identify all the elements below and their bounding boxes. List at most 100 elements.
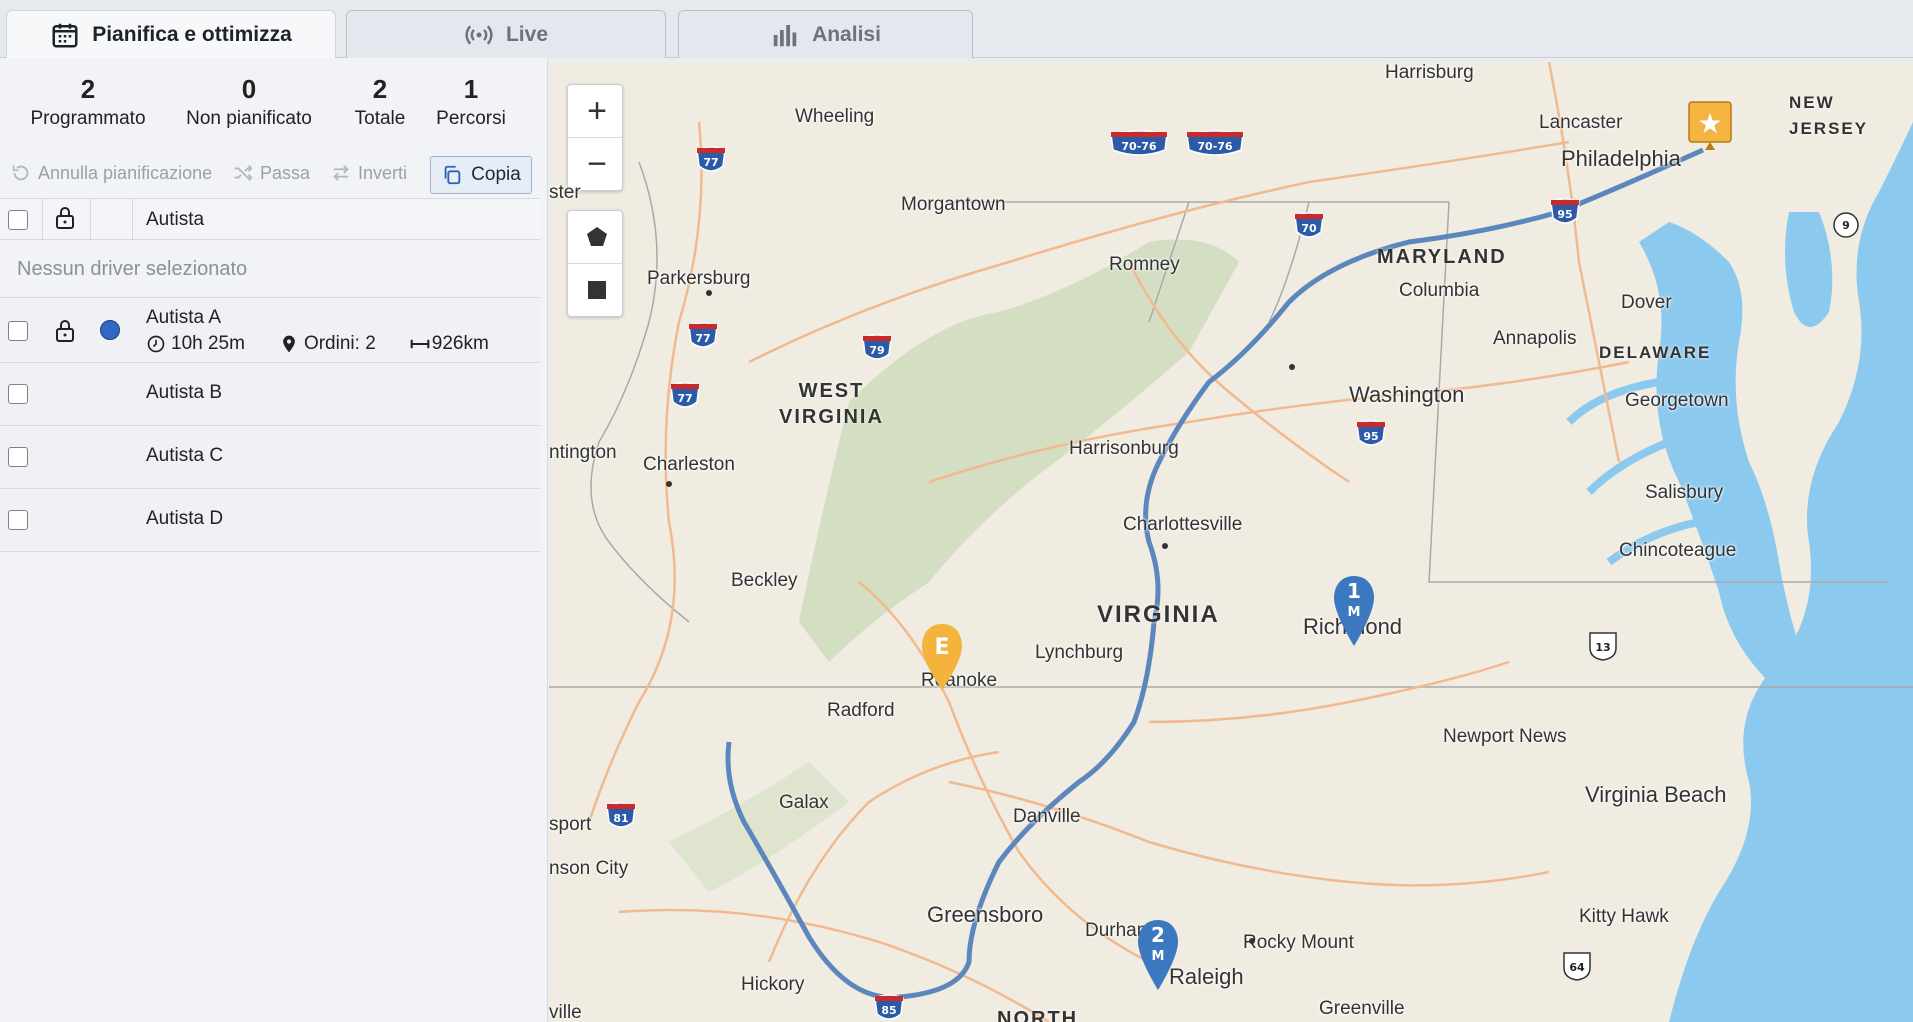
tab-live[interactable]: Live — [346, 10, 666, 58]
svg-text:95: 95 — [1363, 430, 1378, 443]
city-label: Romney — [1109, 254, 1180, 275]
svg-text:1: 1 — [1347, 579, 1361, 603]
copy-button[interactable]: Copia — [430, 156, 532, 194]
city-label: Parkersburg — [647, 268, 751, 289]
tab-analytics[interactable]: Analisi — [678, 10, 973, 58]
driver-checkbox[interactable] — [8, 384, 28, 404]
select-all-checkbox[interactable] — [8, 210, 28, 230]
city-label: Danville — [1013, 806, 1081, 827]
state-label: NORTH — [997, 1008, 1079, 1022]
city-label: Virginia Beach — [1585, 782, 1727, 807]
clock-icon — [147, 335, 165, 353]
svg-text:70: 70 — [1301, 222, 1317, 235]
end-marker[interactable]: E — [919, 622, 965, 692]
interstate-shield: 81 — [606, 802, 636, 828]
city-label: Greensboro — [927, 902, 1044, 927]
city-label: Wheeling — [795, 106, 875, 127]
city-label: nson City — [549, 858, 629, 879]
svg-text:M: M — [1348, 605, 1361, 620]
zoom-in-button[interactable]: + — [568, 85, 626, 137]
tab-label: Pianifica e ottimizza — [92, 23, 292, 46]
city-label: Washington — [1349, 382, 1465, 407]
driver-name: Autista A — [146, 307, 221, 328]
stat-scheduled: 2 Programmato — [30, 74, 146, 129]
driver-row-a[interactable]: Autista A 10h 25m Ordini: 2 926km — [0, 299, 540, 363]
svg-text:77: 77 — [695, 332, 710, 345]
city-label: Rocky Mount — [1243, 932, 1354, 953]
route-color-dot[interactable] — [100, 320, 120, 340]
interstate-shield: 77 — [670, 382, 700, 408]
unlock-icon[interactable] — [53, 318, 77, 344]
driver-name: Autista D — [146, 508, 224, 529]
svg-text:95: 95 — [1557, 208, 1572, 221]
broadcast-icon — [465, 24, 493, 45]
city-label: sport — [549, 814, 592, 835]
tab-label: Analisi — [812, 22, 881, 46]
interstate-shield: 95 — [1550, 198, 1580, 224]
interstate-shield: 70 — [1294, 212, 1324, 238]
city-label: Chincoteague — [1619, 540, 1737, 561]
tab-bar: Pianifica e ottimizza Live Analisi — [0, 0, 1913, 59]
city-label: Beckley — [731, 570, 798, 591]
stat-unplanned: 0 Non pianificato — [186, 74, 312, 129]
interstate-shield: 85 — [874, 994, 904, 1020]
tab-plan-optimize[interactable]: Pianifica e ottimizza — [6, 10, 336, 59]
driver-name: Autista B — [146, 382, 223, 403]
stop-marker-2[interactable]: 2M — [1135, 918, 1181, 994]
svg-text:79: 79 — [869, 344, 884, 357]
pass-button[interactable]: Passa — [232, 162, 310, 184]
undo-planning-button[interactable]: Annulla pianificazione — [10, 162, 212, 184]
route-map[interactable]: + − WEST VIRGINIA VIRGINIA MARYLAND DELAW… — [549, 62, 1913, 1022]
bar-chart-icon — [773, 24, 797, 46]
square-icon — [588, 281, 606, 299]
zoom-controls: + − — [567, 84, 623, 191]
driver-row-c[interactable]: Autista C — [0, 426, 540, 489]
svg-text:77: 77 — [703, 156, 718, 169]
lock-icon[interactable] — [53, 205, 77, 231]
city-label: Newport News — [1443, 726, 1567, 747]
stat-total: 2 Totale — [354, 74, 406, 129]
driver-row-d[interactable]: Autista D — [0, 489, 540, 552]
driver-checkbox[interactable] — [8, 510, 28, 530]
distance-icon — [410, 339, 430, 349]
polygon-icon — [587, 227, 607, 246]
svg-text:2: 2 — [1151, 923, 1165, 947]
svg-text:E: E — [934, 635, 949, 660]
city-label: Salisbury — [1645, 482, 1724, 503]
city-label: Greenville — [1319, 998, 1405, 1019]
draw-polygon-button[interactable] — [568, 211, 626, 263]
city-label: Morgantown — [901, 194, 1006, 215]
shuffle-icon — [234, 165, 253, 181]
no-driver-selected: Nessun driver selezionato — [0, 240, 540, 298]
draw-rectangle-button[interactable] — [568, 264, 626, 316]
svg-text:13: 13 — [1595, 641, 1610, 654]
driver-checkbox[interactable] — [8, 447, 28, 467]
svg-text:64: 64 — [1569, 961, 1585, 974]
state-label: NEW JERSEY — [1789, 93, 1869, 138]
city-label: ntington — [549, 442, 617, 463]
swap-icon — [333, 165, 349, 181]
invert-button[interactable]: Inverti — [330, 162, 407, 184]
map-pin-icon: 2M — [1138, 920, 1178, 990]
city-label: Philadelphia — [1561, 146, 1681, 171]
city-label: Lancaster — [1539, 112, 1623, 133]
city-label: Columbia — [1399, 280, 1480, 301]
city-label: ster — [549, 182, 581, 203]
location-pin-icon — [283, 335, 295, 353]
calendar-icon — [52, 23, 78, 48]
driver-checkbox[interactable] — [8, 321, 28, 341]
city-label: Harrisburg — [1385, 62, 1474, 83]
drivers-table-header: Autista — [0, 198, 540, 241]
city-label: Galax — [779, 792, 829, 813]
interstate-shield: 70-76 — [1186, 130, 1244, 156]
svg-text:★: ★ — [1697, 107, 1722, 140]
driver-column-header: Autista — [146, 209, 205, 230]
driver-row-b[interactable]: Autista B — [0, 363, 540, 426]
svg-text:85: 85 — [881, 1004, 896, 1017]
stat-routes: 1 Percorsi — [436, 74, 506, 129]
map-pin-icon: 1M — [1334, 576, 1374, 646]
depot-marker[interactable]: ★ — [1687, 100, 1733, 152]
stop-marker-1[interactable]: 1M — [1331, 574, 1377, 650]
svg-text:M: M — [1152, 949, 1165, 964]
city-label: Kitty Hawk — [1579, 906, 1669, 927]
